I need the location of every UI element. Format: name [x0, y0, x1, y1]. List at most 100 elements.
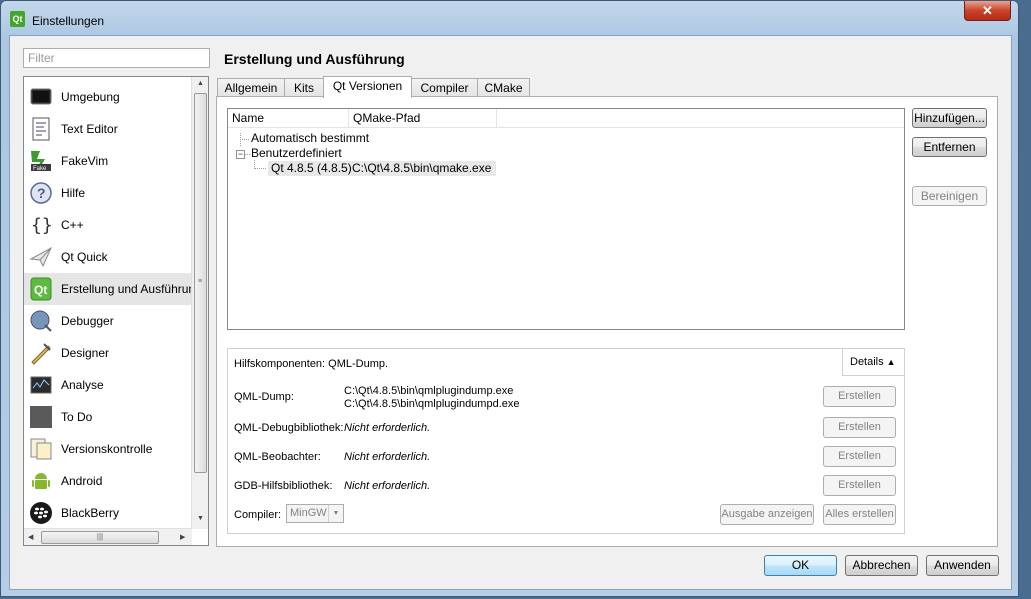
- category-label: Text Editor: [61, 122, 118, 136]
- qml-observer-label: QML-Beobachter:: [234, 451, 321, 463]
- category-item-designer[interactable]: Designer: [24, 337, 192, 369]
- scroll-down-arrow-icon[interactable]: ▼: [197, 515, 204, 522]
- compiler-select[interactable]: MinGW ▼: [286, 504, 344, 523]
- cancel-button[interactable]: Abbrechen: [845, 555, 918, 576]
- column-header-qmake-path[interactable]: QMake-Pfad: [349, 109, 497, 128]
- grip-icon: ≡: [198, 278, 203, 285]
- version-control-icon: [29, 437, 53, 461]
- scroll-up-arrow-icon[interactable]: ▲: [197, 80, 204, 87]
- qml-dump-path-line: C:\Qt\4.8.5\bin\qmlplugindump.exe: [344, 385, 514, 397]
- build-all-button[interactable]: Alles erstellen: [823, 504, 896, 525]
- qt-version-name: Qt 4.8.5 (4.8.5): [271, 161, 352, 175]
- details-panel: Hilfskomponenten: QML-Dump. Details ▲ QML…: [227, 348, 905, 534]
- tab-compiler[interactable]: Compiler: [411, 78, 478, 97]
- category-item-text-editor[interactable]: Text Editor: [24, 113, 192, 145]
- clean-button[interactable]: Bereinigen: [912, 186, 987, 206]
- svg-text:Fake: Fake: [33, 166, 47, 172]
- chevron-down-icon: ▼: [328, 505, 343, 522]
- ok-button[interactable]: OK: [764, 555, 837, 576]
- svg-text:{}: {}: [31, 215, 53, 236]
- category-item-analyse[interactable]: Analyse: [24, 369, 192, 401]
- remove-button[interactable]: Entfernen: [912, 137, 987, 157]
- qt-logo-icon: Qt: [10, 11, 25, 27]
- category-label: Versionskontrolle: [61, 442, 153, 456]
- category-label: Debugger: [61, 314, 114, 328]
- category-item-fakevim[interactable]: Fake FakeVim: [24, 145, 192, 177]
- gdb-helper-value: Nicht erforderlich.: [344, 480, 431, 492]
- category-item-build-run[interactable]: Qt Erstellung und Ausführung: [24, 273, 192, 305]
- category-label: Erstellung und Ausführung: [61, 282, 192, 296]
- tab-qt-versionen[interactable]: Qt Versionen: [323, 76, 412, 98]
- tree-header: Name QMake-Pfad: [228, 109, 904, 128]
- category-item-blackberry[interactable]: BlackBerry: [24, 497, 192, 529]
- paper-plane-icon: [29, 245, 53, 269]
- scrollbar-thumb[interactable]: ≡: [194, 93, 207, 473]
- tab-kits[interactable]: Kits: [284, 78, 324, 97]
- category-item-debugger[interactable]: Debugger: [24, 305, 192, 337]
- category-vertical-scrollbar[interactable]: ▲ ≡ ▼: [191, 77, 208, 529]
- close-button[interactable]: ✕: [964, 1, 1011, 21]
- tree-line: [240, 139, 249, 140]
- tree-line: [254, 168, 266, 169]
- column-header-name[interactable]: Name: [228, 109, 349, 128]
- scrollbar-thumb[interactable]: |||: [41, 531, 159, 544]
- svg-text:Qt: Qt: [34, 283, 47, 297]
- category-item-android[interactable]: Android: [24, 465, 192, 497]
- scroll-right-arrow-icon[interactable]: ▶: [180, 533, 185, 541]
- qml-dump-label: QML-Dump:: [234, 391, 294, 403]
- scroll-left-arrow-icon[interactable]: ◀: [28, 533, 33, 541]
- qt-versions-panel: Name QMake-Pfad Automatisch bestimmt − B…: [216, 96, 998, 547]
- details-toggle[interactable]: Details ▲: [842, 349, 904, 376]
- build-gdb-helper-button[interactable]: Erstellen: [823, 475, 896, 496]
- build-qml-dump-button[interactable]: Erstellen: [823, 386, 896, 407]
- add-button[interactable]: Hinzufügen...: [912, 108, 987, 128]
- page-title: Erstellung und Ausführung: [224, 51, 405, 67]
- title-bar[interactable]: Qt Einstellungen ✕: [1, 1, 1018, 35]
- category-label: Designer: [61, 346, 110, 360]
- compiler-label: Compiler:: [234, 509, 282, 521]
- build-run-icon: Qt: [29, 277, 53, 301]
- triangle-up-icon: ▲: [886, 357, 896, 367]
- tree-line: [245, 154, 250, 155]
- qt-versions-tree[interactable]: Name QMake-Pfad Automatisch bestimmt − B…: [227, 108, 905, 330]
- dialog-body: Filter Umgebung Text Editor Fake FakeVim: [9, 35, 1012, 590]
- category-label: FakeVim: [61, 154, 109, 168]
- category-item-qt-quick[interactable]: Qt Quick: [24, 241, 192, 273]
- qt-version-path: C:\Qt\4.8.5\bin\qmake.exe: [352, 161, 492, 175]
- category-label: Android: [61, 474, 103, 488]
- text-editor-icon: [29, 117, 53, 141]
- category-label: BlackBerry: [61, 506, 120, 520]
- category-label: Hilfe: [61, 186, 86, 200]
- qml-dump-path: C:\Qt\4.8.5\bin\qmlplugindump.exe C:\Qt\…: [344, 385, 520, 411]
- tab-allgemein[interactable]: Allgemein: [217, 78, 285, 97]
- collapse-icon[interactable]: −: [236, 150, 245, 159]
- show-output-button[interactable]: Ausgabe anzeigen: [720, 504, 814, 525]
- apply-button[interactable]: Anwenden: [926, 555, 999, 576]
- table-row[interactable]: Qt 4.8.5 (4.8.5) C:\Qt\4.8.5\bin\qmake.e…: [268, 161, 496, 176]
- category-horizontal-scrollbar[interactable]: ◀ ||| ▶: [24, 528, 192, 545]
- tab-cmake[interactable]: CMake: [477, 78, 530, 97]
- gdb-helper-label: GDB-Hilfsbibliothek:: [234, 480, 333, 492]
- details-toggle-label: Details: [850, 356, 884, 368]
- debugger-icon: [29, 309, 53, 333]
- category-item-hilfe[interactable]: ? Hilfe: [24, 177, 192, 209]
- category-list: Umgebung Text Editor Fake FakeVim ? Hilf…: [23, 76, 209, 546]
- qml-observer-value: Nicht erforderlich.: [344, 451, 431, 463]
- build-qml-debug-library-button[interactable]: Erstellen: [823, 417, 896, 438]
- category-label: Analyse: [61, 378, 104, 392]
- blackberry-icon: [29, 501, 53, 525]
- settings-window: Qt Einstellungen ✕ Filter Umgebung Text …: [0, 0, 1019, 597]
- tree-group-custom[interactable]: Benutzerdefiniert: [251, 146, 342, 161]
- build-qml-observer-button[interactable]: Erstellen: [823, 446, 896, 467]
- category-item-version-control[interactable]: Versionskontrolle: [24, 433, 192, 465]
- category-item-cpp[interactable]: {} C++: [24, 209, 192, 241]
- qml-debug-library-label: QML-Debugbibliothek:: [234, 422, 344, 434]
- designer-icon: [29, 341, 53, 365]
- window-title: Einstellungen: [32, 14, 105, 28]
- help-icon: ?: [29, 181, 53, 205]
- category-item-umgebung[interactable]: Umgebung: [24, 81, 192, 113]
- category-item-todo[interactable]: To Do: [24, 401, 192, 433]
- qml-debug-library-value: Nicht erforderlich.: [344, 422, 431, 434]
- filter-input[interactable]: Filter: [23, 48, 210, 68]
- tree-group-automatic[interactable]: Automatisch bestimmt: [251, 131, 369, 146]
